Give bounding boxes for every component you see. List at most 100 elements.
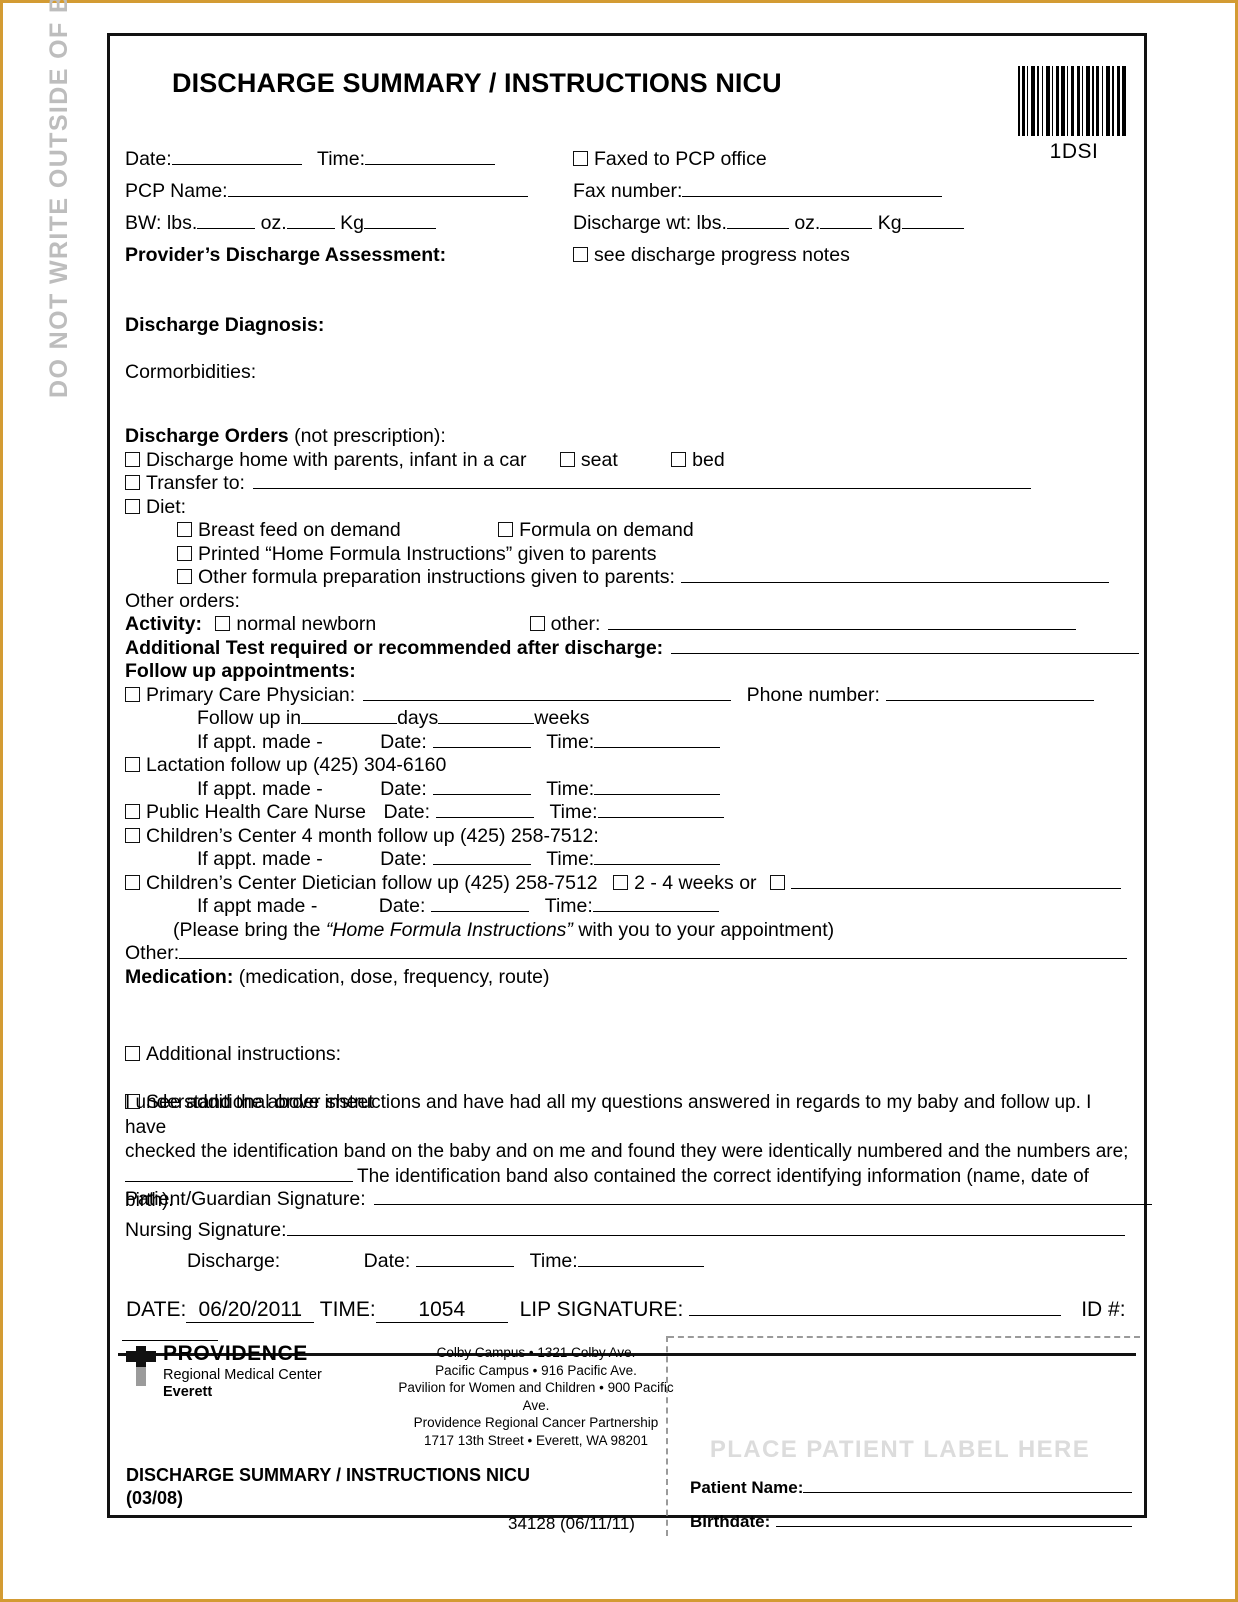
activity-other-input[interactable] [608,614,1077,630]
followup-dietician-row: Children’s Center Dietician follow up (4… [125,872,1135,896]
form-footer: PROVIDENCE Regional Medical Center Evere… [118,1336,1140,1536]
bw-lbs-input[interactable] [197,213,256,229]
followup-other-input[interactable] [179,943,1128,959]
childrens-dietician-checkbox[interactable] [125,874,140,890]
appt-date-input-1[interactable] [432,732,531,748]
breast-feed-label: Breast feed on demand [198,519,401,541]
dietician-other-checkbox[interactable] [769,874,785,890]
pcp-name-label: PCP Name: [125,180,228,202]
fax-number-input[interactable] [682,181,943,197]
diet-checkbox[interactable] [125,498,140,514]
pcp-followup-input[interactable] [363,685,732,701]
date-input[interactable] [171,149,302,165]
other-formula-input[interactable] [680,567,1109,583]
other-formula-checkbox[interactable] [177,569,192,584]
time-input[interactable] [365,149,496,165]
dw-lbs-input[interactable] [726,213,789,229]
nursing-signature-input[interactable] [286,1220,1125,1236]
discharge-weight-label: Discharge wt: lbs. [573,212,727,234]
consent-line-2: checked the identification band on the b… [125,1141,1129,1162]
appt-date-input-2[interactable] [432,779,531,795]
discharge-time-input[interactable] [577,1251,704,1267]
car-seat-checkbox[interactable] [559,451,575,467]
lactation-checkbox[interactable] [125,757,140,772]
home-with-parents-checkbox[interactable] [125,451,140,467]
diet-printed-formula-row: Printed “Home Formula Instructions” give… [125,543,1135,567]
bw-kg-input[interactable] [363,213,436,229]
appt-time-label-4: Time: [544,895,593,917]
barcode-icon [1018,66,1126,136]
provider-assessment-label: Provider’s Discharge Assessment: [125,244,447,266]
other-orders-row: Other orders: [125,590,1135,614]
patient-guardian-signature-label: Patient/Guardian Signature: [125,1188,366,1210]
please-bring-title: “Home Formula Instructions” [325,918,573,941]
formula-on-demand-checkbox[interactable] [498,522,514,537]
activity-other-label: other: [550,613,601,635]
if-appt-made-label-1: If appt. made - [197,730,323,753]
dw-kg-label: Kg [877,212,902,234]
phn-time-input[interactable] [597,802,724,818]
border-warning-text: DO NOT WRITE OUTSIDE OF BORDER AREA [45,0,73,398]
appt-time-input-4[interactable] [592,896,719,912]
patient-label-area: PLACE PATIENT LABEL HERE Patient Name: B… [666,1336,1140,1536]
follow-up-weeks-input[interactable] [438,708,535,724]
car-bed-checkbox[interactable] [671,451,687,467]
address-line: 1717 13th Street • Everett, WA 98201 [423,1432,649,1448]
followup-pcp-row: Primary Care Physician: Phone number: [125,684,1135,708]
band-date-value[interactable]: 06/20/2011 [186,1298,315,1323]
followup-other-label: Other: [125,942,180,964]
public-health-nurse-checkbox[interactable] [125,804,140,819]
campus-address-block: Colby Campus • 1321 Colby Ave. Pacific C… [396,1344,676,1449]
footer-form-title-block: DISCHARGE SUMMARY / INSTRUCTIONS NICU (0… [126,1464,530,1510]
follow-up-days-input[interactable] [301,708,398,724]
appt-date-input-3[interactable] [432,849,531,865]
followup-in-row: Follow up in days weeks [125,707,1135,731]
additional-test-input[interactable] [671,638,1140,654]
address-line: Colby Campus • 1321 Colby Ave. [436,1345,636,1360]
see-progress-notes-checkbox[interactable] [573,247,588,262]
breast-feed-checkbox[interactable] [177,522,192,537]
normal-newborn-checkbox[interactable] [215,616,231,631]
pcp-followup-checkbox[interactable] [125,686,140,702]
address-line: Pacific Campus • 916 Pacific Ave. [435,1362,637,1378]
phone-number-input[interactable] [885,685,1094,701]
dw-kg-input[interactable] [901,213,964,229]
appt-date-input-4[interactable] [431,896,530,912]
birthdate-input[interactable] [776,1512,1132,1527]
lip-signature-input[interactable] [689,1300,1062,1316]
form-document: DISCHARGE SUMMARY / INSTRUCTIONS NICU 1D… [107,33,1152,1536]
discharge-date-input[interactable] [416,1251,515,1267]
printed-home-formula-checkbox[interactable] [177,545,192,561]
id-band-number-input[interactable] [125,1166,353,1182]
followup-other-row: Other: [125,942,1135,966]
dw-oz-label: oz. [794,212,821,234]
additional-instructions-checkbox[interactable] [125,1046,140,1061]
dietician-other-input[interactable] [790,873,1121,889]
bw-oz-input[interactable] [286,213,335,229]
childrens-center-4mo-checkbox[interactable] [125,827,140,843]
additional-instructions-row: Additional instructions: [125,1043,1135,1067]
appt-time-input-1[interactable] [594,732,721,748]
patient-name-input[interactable] [803,1478,1132,1493]
dw-oz-input[interactable] [820,213,873,229]
followup-public-health-row: Public Health Care Nurse Date: Time: [125,801,1135,825]
transfer-to-checkbox[interactable] [125,475,140,490]
public-health-nurse-label: Public Health Care Nurse [146,801,367,823]
two-four-weeks-label: 2 - 4 weeks or [634,871,757,894]
pcp-name-input[interactable] [227,181,528,197]
patient-guardian-signature-input[interactable] [373,1189,1152,1205]
appt-time-input-3[interactable] [594,849,721,865]
transfer-to-input[interactable] [252,473,1031,489]
car-seat-label: seat [580,448,618,471]
two-four-weeks-checkbox[interactable] [613,874,629,890]
form-body: Discharge Diagnosis: Cormorbidities: Dis… [125,314,1140,1114]
faxed-to-pcp-checkbox[interactable] [573,151,588,166]
providence-cross-icon [126,1346,156,1386]
phn-date-input[interactable] [436,802,535,818]
id-number-label: ID #: [1081,1298,1126,1321]
lactation-appt-made-row: If appt. made - Date: Time: [125,778,1135,802]
band-time-value[interactable]: 1054 [375,1298,508,1323]
appt-date-label-1: Date: [380,730,427,753]
activity-other-checkbox[interactable] [529,616,545,631]
appt-time-input-2[interactable] [594,779,721,795]
